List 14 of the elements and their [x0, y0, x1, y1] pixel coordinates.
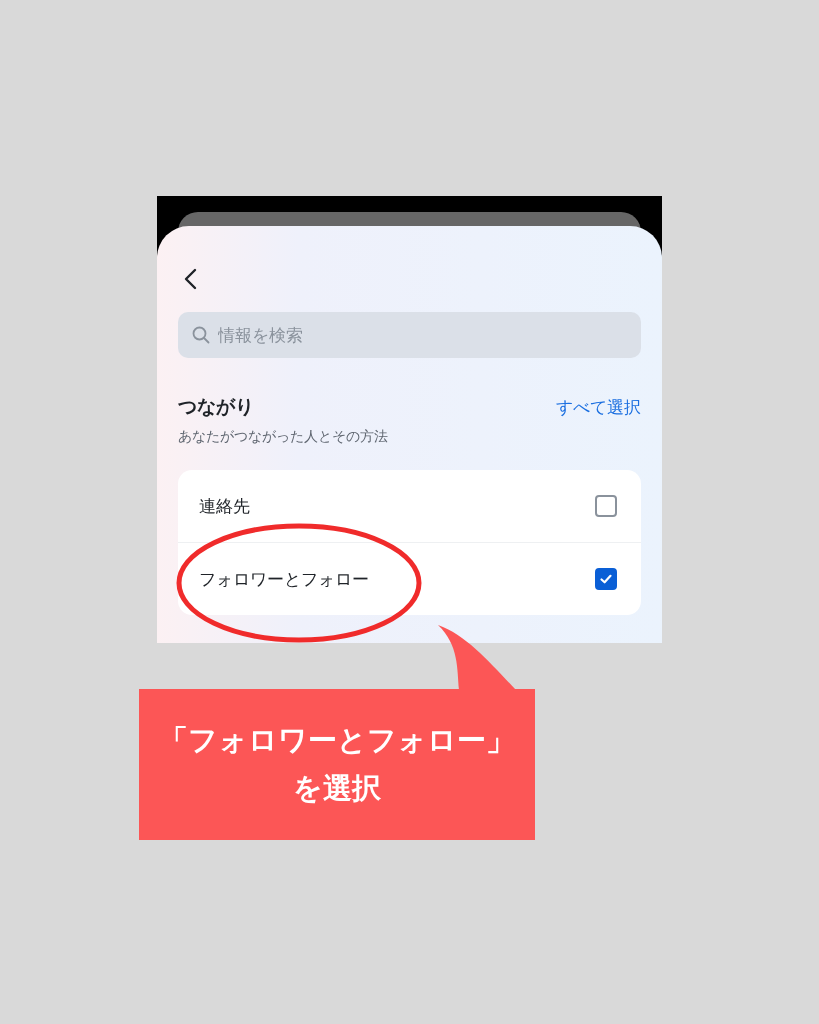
search-input[interactable]: 情報を検索	[216, 324, 627, 346]
back-icon[interactable]	[183, 268, 197, 290]
checkbox[interactable]	[595, 568, 617, 590]
section-title: つながり	[178, 394, 254, 419]
callout-text: を選択	[293, 769, 381, 807]
select-all-link[interactable]: すべて選択	[556, 395, 641, 419]
search-bar[interactable]: 情報を検索	[178, 312, 641, 358]
option-label: 連絡先	[199, 494, 250, 518]
callout-text: 「フォロワーとフォロー」	[159, 721, 515, 759]
check-icon	[599, 572, 613, 586]
section-subtitle: あなたがつながった人とその方法	[178, 428, 389, 446]
checkbox[interactable]	[595, 495, 617, 517]
option-label: フォロワーとフォロー	[199, 567, 369, 591]
search-icon	[192, 326, 210, 344]
